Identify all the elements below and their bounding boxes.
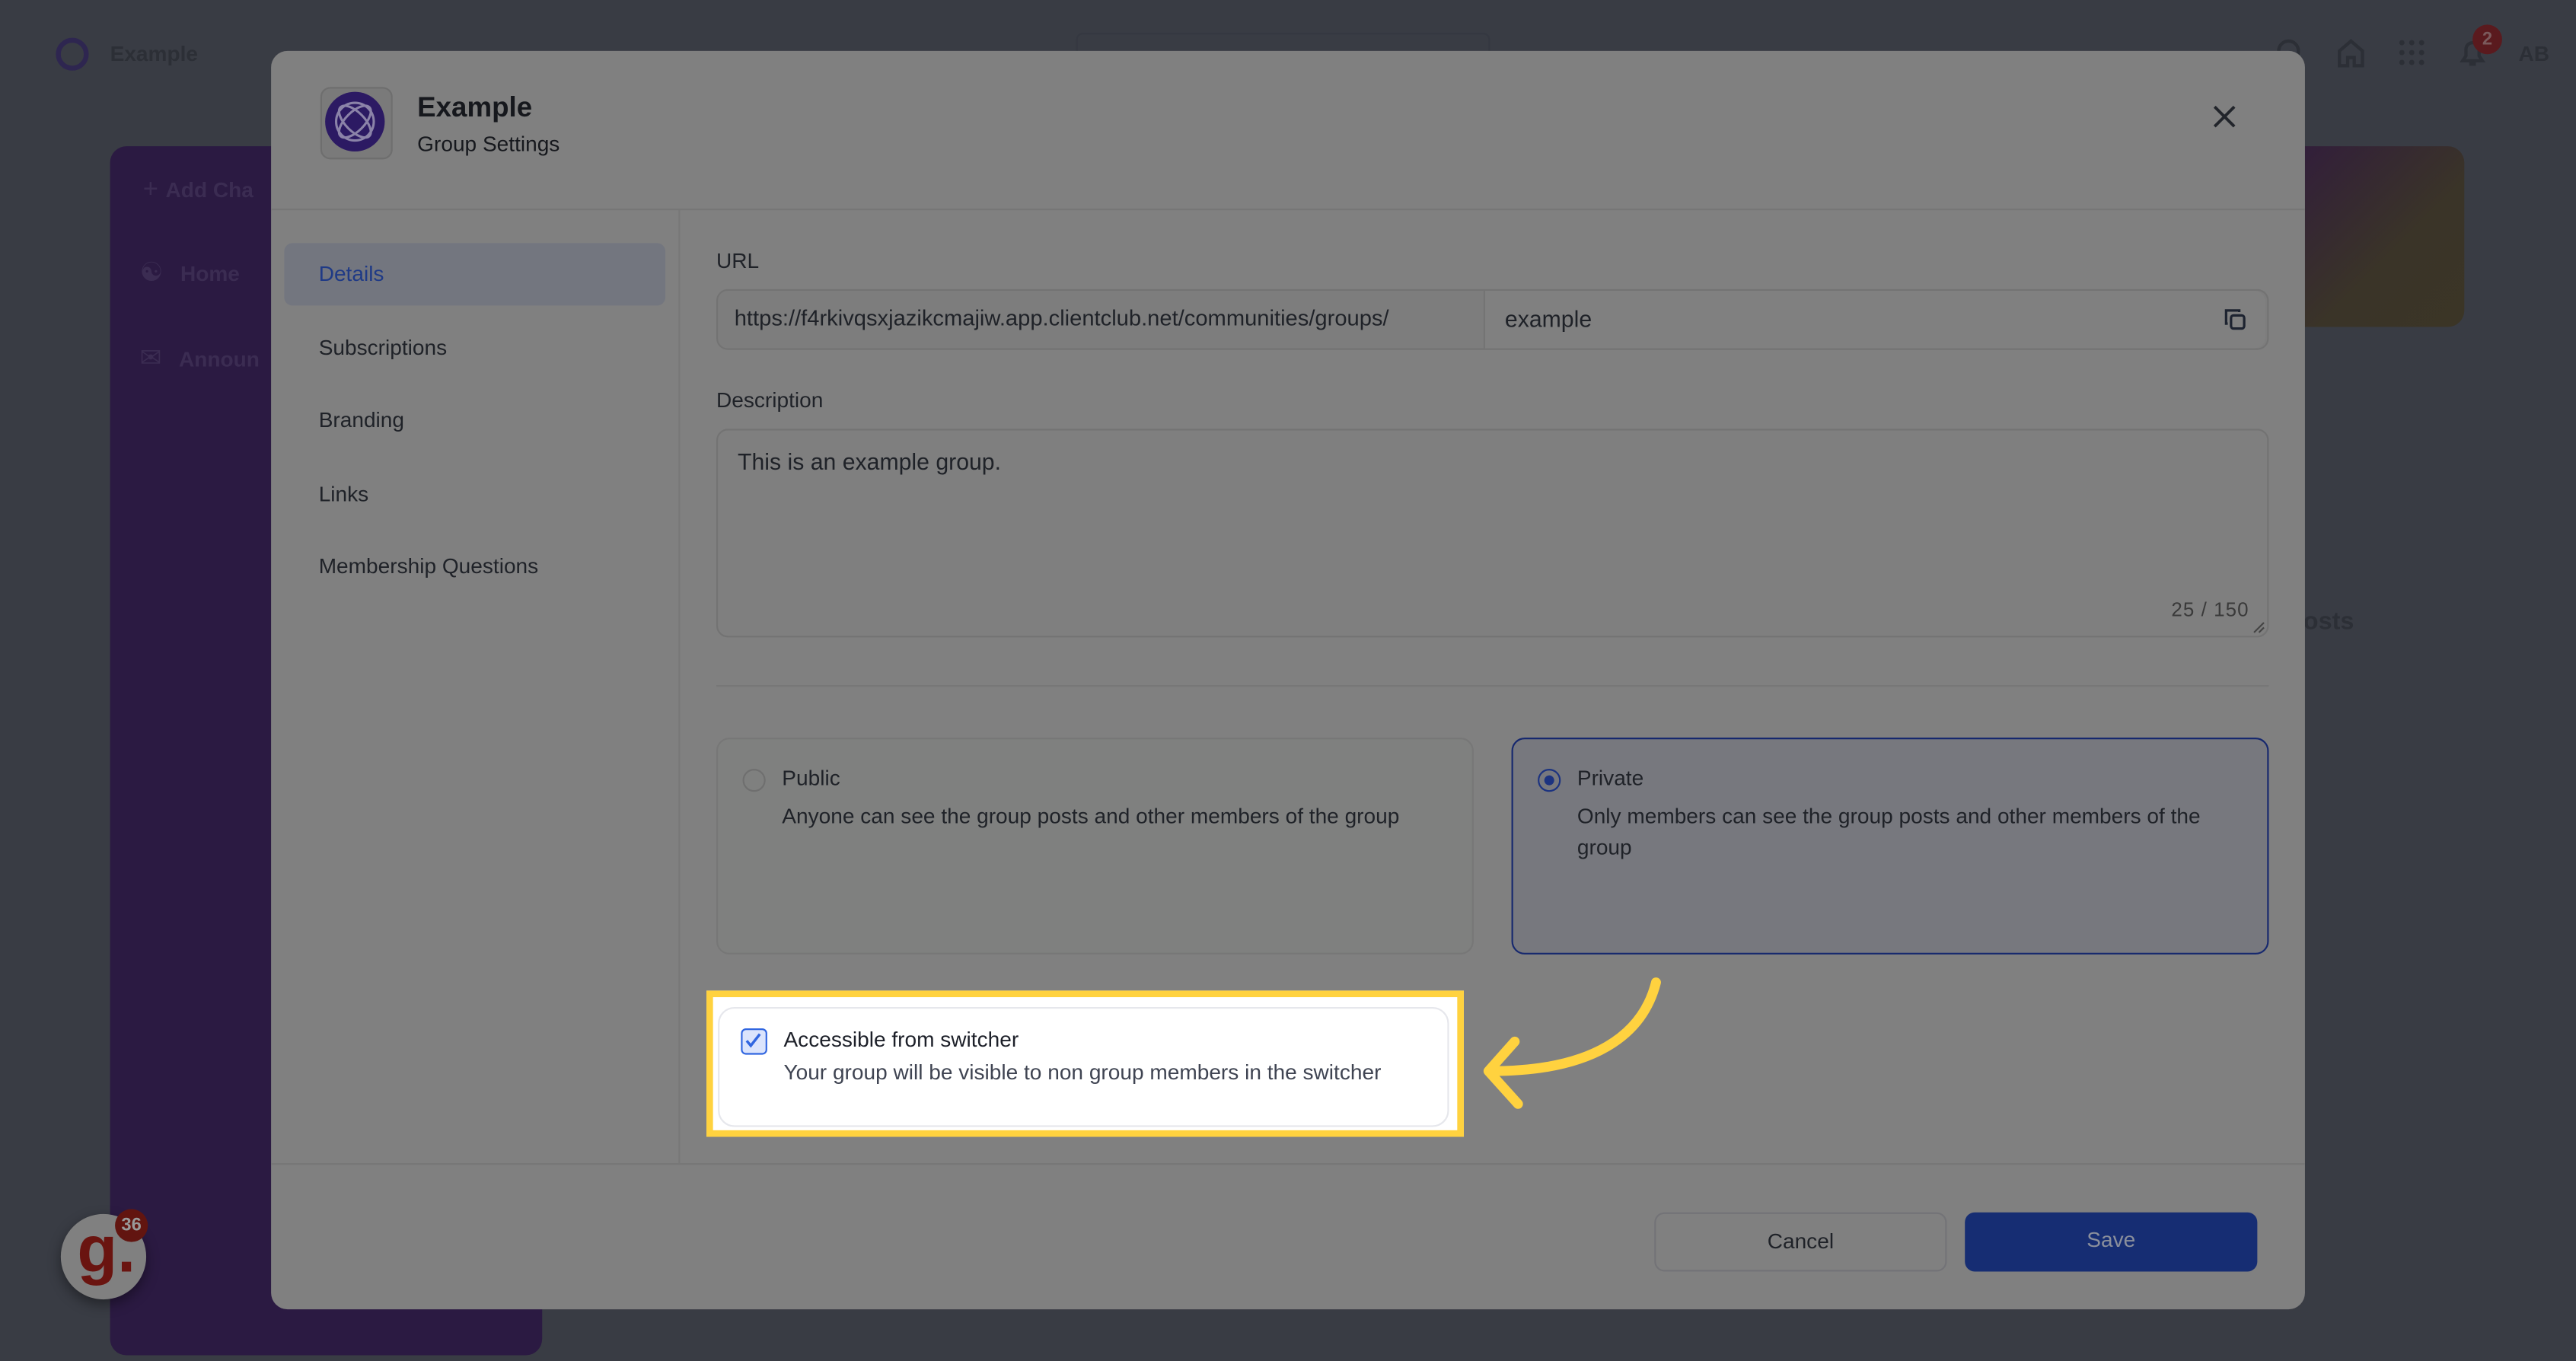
apps-grid-icon[interactable] (2396, 36, 2428, 69)
user-avatar[interactable]: AB (2519, 41, 2550, 65)
privacy-option-private[interactable]: Private Only members can see the group p… (1511, 738, 2269, 955)
home-icon[interactable] (2335, 36, 2367, 69)
group-logo (320, 87, 393, 160)
footer-divider (271, 1163, 2305, 1165)
url-field: https://f4rkivqsxjazikcmajiw.app.clientc… (716, 288, 2269, 350)
private-radio[interactable] (1538, 769, 1561, 792)
url-label: URL (716, 247, 760, 273)
nav-membership-questions[interactable]: Membership Questions (284, 536, 665, 598)
close-icon[interactable] (2211, 104, 2238, 130)
privacy-option-public[interactable]: Public Anyone can see the group posts an… (716, 738, 1474, 955)
url-slug-value: example (1504, 305, 1592, 332)
public-title: Public (782, 765, 840, 791)
url-prefix: https://f4rkivqsxjazikcmajiw.app.clientc… (734, 305, 1389, 330)
header-divider (271, 209, 2305, 211)
nav-subscriptions[interactable]: Subscriptions (284, 317, 665, 380)
nav-links[interactable]: Links (284, 464, 665, 526)
app-name: Example (110, 40, 199, 66)
cover-banner (2283, 146, 2465, 327)
private-title: Private (1577, 765, 1644, 791)
modal-subtitle: Group Settings (417, 131, 560, 157)
check-icon (745, 1033, 761, 1048)
description-value: This is an example group. (738, 448, 1002, 475)
app-logo[interactable] (56, 37, 89, 71)
annotation-arrow-icon (1483, 977, 1661, 1109)
screen: Example 2 AB + Add Cha ☯ Home ✉ Announ P… (0, 0, 2576, 1360)
switcher-description: Your group will be visible to non group … (783, 1060, 1382, 1085)
switcher-title: Accessible from switcher (783, 1026, 1019, 1052)
cancel-button[interactable]: Cancel (1654, 1212, 1947, 1272)
modal-title: Example (417, 91, 533, 123)
resize-handle-icon[interactable] (2252, 621, 2265, 634)
highlight-frame: Accessible from switcher Your group will… (706, 990, 1464, 1137)
nav-branding[interactable]: Branding (284, 389, 665, 451)
nav-divider (678, 210, 681, 1164)
users-icon: ☯ (139, 259, 164, 288)
private-description: Only members can see the group posts and… (1577, 803, 2201, 859)
character-counter: 25 / 150 (2171, 598, 2249, 621)
public-radio[interactable] (742, 769, 766, 792)
notification-badge: 2 (2472, 24, 2502, 55)
plus-icon: + (142, 175, 158, 204)
section-divider (716, 684, 2269, 687)
group-settings-modal: Example Group Settings Details Subscript… (271, 50, 2305, 1310)
description-textarea[interactable]: This is an example group. 25 / 150 (716, 429, 2269, 638)
switcher-option-card[interactable]: Accessible from switcher Your group will… (718, 1006, 1449, 1127)
save-button[interactable]: Save (1965, 1212, 2258, 1272)
description-label: Description (716, 387, 824, 413)
group-logo-icon (325, 91, 385, 151)
nav-details[interactable]: Details (284, 243, 666, 306)
public-description: Anyone can see the group posts and other… (782, 803, 1400, 828)
url-slug-input[interactable]: example (1485, 291, 2266, 349)
switcher-checkbox[interactable] (741, 1028, 767, 1055)
copy-icon[interactable] (2223, 308, 2247, 332)
widget-badge: 36 (115, 1209, 148, 1242)
megaphone-icon: ✉ (139, 345, 162, 373)
